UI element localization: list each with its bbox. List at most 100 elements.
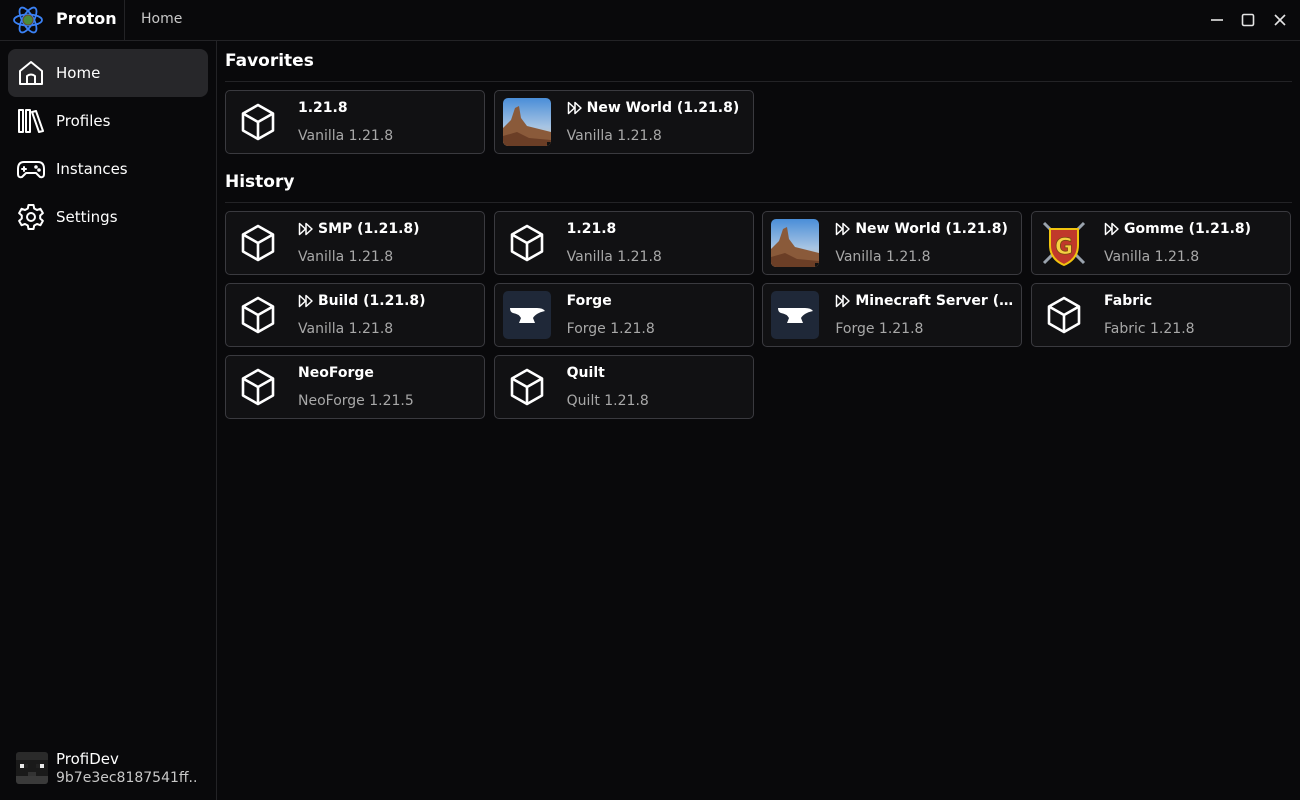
instance-name: Forge (567, 293, 747, 309)
instance-name: Fabric (1104, 293, 1284, 309)
fast-forward-icon (567, 101, 582, 115)
instance-name-text: 1.21.8 (298, 100, 348, 116)
instance-version: Forge 1.21.8 (835, 321, 924, 337)
instance-version: Vanilla 1.21.8 (298, 249, 394, 265)
favorites-heading: Favorites (225, 51, 314, 71)
cube-icon (234, 98, 282, 146)
cube-icon (234, 219, 282, 267)
minimize-icon (1211, 19, 1223, 21)
instance-name: New World (1.21.8) (567, 100, 747, 116)
instance-card[interactable]: NeoForge NeoForge 1.21.5 (225, 355, 485, 419)
instance-name: New World (1.21.8) (835, 221, 1015, 237)
gomme-logo: G (1040, 219, 1088, 267)
cube-icon (503, 219, 551, 267)
instance-name: 1.21.8 (567, 221, 747, 237)
title-divider (124, 0, 125, 40)
home-icon (16, 58, 46, 88)
sidebar-item-profiles[interactable]: Profiles (8, 97, 208, 145)
instance-name-text: Minecraft Server (Fo… (855, 293, 1016, 309)
user-name: ProfiDev (56, 750, 119, 768)
sidebar-item-home[interactable]: Home (8, 49, 208, 97)
instance-name-text: 1.21.8 (566, 221, 617, 237)
instance-version: Vanilla 1.21.8 (566, 128, 662, 144)
breadcrumb: Home (141, 11, 183, 27)
instance-version: Vanilla 1.21.8 (835, 249, 931, 265)
instance-name: 1.21.8 (298, 100, 478, 116)
cube-icon (234, 291, 282, 339)
close-button[interactable] (1268, 8, 1292, 32)
sidebar-item-label: Settings (56, 208, 118, 226)
instance-name: Minecraft Server (Fo… (835, 293, 1015, 309)
gear-icon (16, 202, 46, 232)
section-divider (225, 202, 1292, 203)
instance-card[interactable]: 1.21.8 Vanilla 1.21.8 (493, 211, 754, 275)
instance-card[interactable]: SMP (1.21.8) Vanilla 1.21.8 (225, 211, 485, 275)
instance-card[interactable]: Fabric Fabric 1.21.8 (1031, 283, 1291, 347)
close-icon (1274, 14, 1286, 26)
sidebar-item-label: Profiles (56, 112, 111, 130)
instance-card[interactable]: Quilt Quilt 1.21.8 (493, 355, 754, 419)
instance-name-text: New World (1.21.8) (855, 221, 1008, 237)
history-heading: History (225, 172, 295, 192)
world-thumbnail (502, 98, 551, 146)
avatar (16, 752, 48, 784)
main-content: Favorites 1.21.8 Vanilla 1.21.8 New World… (217, 41, 1300, 800)
anvil-icon (502, 291, 551, 339)
instance-name-text: SMP (1.21.8) (318, 221, 420, 237)
instance-name-text: Quilt (566, 365, 605, 381)
instance-version: Fabric 1.21.8 (1104, 321, 1195, 337)
title-bar: Proton Home (0, 0, 1300, 41)
instance-version: Quilt 1.21.8 (566, 393, 649, 409)
fast-forward-icon (836, 222, 851, 236)
instance-version: NeoForge 1.21.5 (298, 393, 414, 409)
instance-card[interactable]: 1.21.8 Vanilla 1.21.8 (225, 90, 485, 154)
instance-version: Vanilla 1.21.8 (298, 128, 394, 144)
instance-name: Build (1.21.8) (298, 293, 478, 309)
minimize-button[interactable] (1205, 8, 1229, 32)
user-id: 9b7e3ec8187541ff.. (56, 770, 198, 786)
instance-name-text: New World (1.21.8) (586, 100, 740, 116)
instance-version: Forge 1.21.8 (566, 321, 655, 337)
instance-card[interactable]: Forge Forge 1.21.8 (493, 283, 754, 347)
sidebar: Home Profiles Instances Settings ProfiDe… (0, 41, 217, 800)
maximize-icon (1241, 13, 1255, 27)
fast-forward-icon (1104, 222, 1119, 236)
fast-forward-icon (298, 294, 313, 308)
sidebar-item-settings[interactable]: Settings (8, 193, 208, 241)
svg-text:G: G (1055, 235, 1073, 260)
instance-name-text: Gomme (1.21.8) (1124, 221, 1252, 237)
instance-card[interactable]: Build (1.21.8) Vanilla 1.21.8 (225, 283, 485, 347)
cube-icon (1040, 291, 1088, 339)
instance-name: Quilt (567, 365, 747, 381)
instance-version: Vanilla 1.21.8 (566, 249, 662, 265)
cube-icon (503, 363, 551, 411)
user-account[interactable]: ProfiDev 9b7e3ec8187541ff.. (16, 750, 206, 790)
app-title: Proton (56, 9, 117, 28)
instance-name-text: NeoForge (298, 365, 374, 381)
instance-name: SMP (1.21.8) (298, 221, 478, 237)
instance-name: NeoForge (298, 365, 478, 381)
instance-card[interactable]: New World (1.21.8) Vanilla 1.21.8 (762, 211, 1023, 275)
proton-logo-icon (12, 4, 44, 36)
fast-forward-icon (298, 222, 313, 236)
instance-card[interactable]: New World (1.21.8) Vanilla 1.21.8 (493, 90, 754, 154)
anvil-icon (771, 291, 820, 339)
instance-card[interactable]: Minecraft Server (Fo… Forge 1.21.8 (762, 283, 1023, 347)
library-icon (16, 106, 46, 136)
instance-version: Vanilla 1.21.8 (298, 321, 394, 337)
sidebar-item-label: Instances (56, 160, 128, 178)
sidebar-item-instances[interactable]: Instances (8, 145, 208, 193)
gamepad-icon (16, 154, 46, 184)
instance-name: Gomme (1.21.8) (1104, 221, 1284, 237)
cube-icon (234, 363, 282, 411)
instance-card[interactable]: G Gomme (1.21.8) Vanilla 1.21.8 (1031, 211, 1291, 275)
instance-name-text: Build (1.21.8) (318, 293, 426, 309)
sidebar-item-label: Home (56, 64, 101, 82)
instance-name-text: Forge (566, 293, 612, 309)
instance-version: Vanilla 1.21.8 (1104, 249, 1200, 265)
world-thumbnail (771, 219, 820, 267)
section-divider (225, 81, 1292, 82)
instance-name-text: Fabric (1104, 293, 1153, 309)
fast-forward-icon (836, 294, 851, 308)
maximize-button[interactable] (1236, 8, 1260, 32)
